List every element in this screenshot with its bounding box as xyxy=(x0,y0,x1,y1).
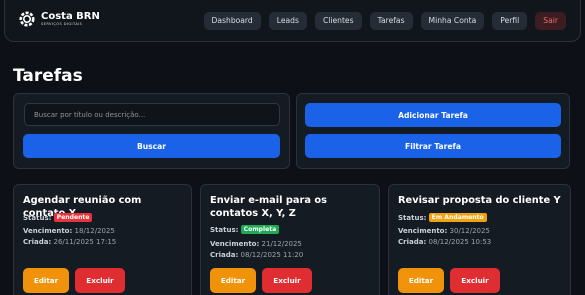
created-date: 26/11/2025 17:15 xyxy=(53,238,117,246)
status-label: Status: xyxy=(398,214,427,222)
task-card: Agendar reunião com contato X Status: Pe… xyxy=(13,184,192,295)
nav-perfil[interactable]: Perfil xyxy=(492,12,528,30)
edit-button[interactable]: Editar xyxy=(23,268,69,293)
edit-button[interactable]: Editar xyxy=(210,268,256,293)
created-label: Criada: xyxy=(23,238,52,246)
task-due-row: Vencimento: 18/12/2025 xyxy=(23,226,183,236)
task-title: Revisar proposta do cliente Y xyxy=(398,195,561,206)
task-due-row: Vencimento: 30/12/2025 xyxy=(398,226,562,236)
status-badge: Completa xyxy=(240,225,280,234)
created-date: 08/12/2025 11:20 xyxy=(240,251,304,259)
task-created-row: Criada: 08/12/2025 10:53 xyxy=(398,237,562,247)
status-badge: Pendente xyxy=(53,213,93,222)
search-button[interactable]: Buscar xyxy=(23,134,280,158)
nav-minha-conta[interactable]: Minha Conta xyxy=(420,12,485,30)
task-created-row: Criada: 08/12/2025 11:20 xyxy=(210,250,371,260)
delete-button[interactable]: Excluir xyxy=(450,268,500,293)
status-label: Status: xyxy=(210,226,239,234)
task-status-row: Status: Em Andamento xyxy=(398,213,562,223)
actions-panel: Adicionar Tarefa Filtrar Tarefa xyxy=(296,93,570,169)
task-status-row: Status: Completa xyxy=(210,225,371,235)
brand-name: Costa BRN xyxy=(41,10,100,22)
logout-button[interactable]: Sair xyxy=(535,12,566,30)
due-label: Vencimento: xyxy=(23,227,73,235)
top-header: Costa BRN SERVIÇOS DIGITAIS Dashboard Le… xyxy=(4,0,581,42)
task-created-row: Criada: 26/11/2025 17:15 xyxy=(23,237,183,247)
nav-tarefas[interactable]: Tarefas xyxy=(369,12,413,30)
gear-logo-icon xyxy=(19,11,35,27)
task-title: Enviar e-mail para os contatos X, Y, Z xyxy=(210,195,327,219)
main-nav: Dashboard Leads Clientes Tarefas Minha C… xyxy=(203,12,566,30)
status-badge: Em Andamento xyxy=(428,213,487,222)
delete-button[interactable]: Excluir xyxy=(262,268,312,293)
due-date: 18/12/2025 xyxy=(74,227,115,235)
task-card: Enviar e-mail para os contatos X, Y, Z S… xyxy=(200,184,380,295)
due-date: 21/12/2025 xyxy=(261,240,302,248)
search-panel: Buscar xyxy=(13,93,290,169)
nav-leads[interactable]: Leads xyxy=(268,12,307,30)
status-label: Status: xyxy=(23,214,52,222)
search-input[interactable] xyxy=(24,103,280,126)
delete-button[interactable]: Excluir xyxy=(75,268,125,293)
created-label: Criada: xyxy=(210,251,239,259)
due-date: 30/12/2025 xyxy=(449,227,490,235)
due-label: Vencimento: xyxy=(210,240,260,248)
created-label: Criada: xyxy=(398,238,427,246)
task-status-row: Status: Pendente xyxy=(23,213,183,223)
edit-button[interactable]: Editar xyxy=(398,268,444,293)
task-due-row: Vencimento: 21/12/2025 xyxy=(210,239,371,249)
filter-task-button[interactable]: Filtrar Tarefa xyxy=(305,134,561,158)
brand-logo[interactable]: Costa BRN SERVIÇOS DIGITAIS xyxy=(17,9,100,29)
add-task-button[interactable]: Adicionar Tarefa xyxy=(305,103,561,127)
created-date: 08/12/2025 10:53 xyxy=(428,238,492,246)
page-title: Tarefas xyxy=(13,66,83,86)
nav-clientes[interactable]: Clientes xyxy=(314,12,362,30)
nav-dashboard[interactable]: Dashboard xyxy=(203,12,261,30)
task-card: Revisar proposta do cliente Y Status: Em… xyxy=(388,184,571,295)
brand-subtitle: SERVIÇOS DIGITAIS xyxy=(41,21,83,26)
due-label: Vencimento: xyxy=(398,227,448,235)
